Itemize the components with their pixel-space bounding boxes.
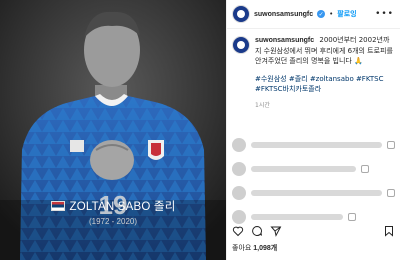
action-bar: [232, 225, 395, 237]
header-username[interactable]: suwonsamsungfc: [254, 11, 313, 18]
post-photo[interactable]: 19 ZOLTAN SABO 졸리 (1972 - 2020): [0, 0, 226, 260]
share-icon[interactable]: [270, 225, 282, 237]
post-header: suwonsamsungfc ✓ • 팔로잉 •••: [227, 0, 400, 29]
bookmark-icon[interactable]: [383, 225, 395, 237]
caption-hashtags[interactable]: #수원삼성 #졸리 #zoltansabo #FKTSC #FKTSC바치카토졸…: [255, 74, 395, 94]
post-time: 1시간: [255, 102, 270, 109]
post-comments: suwonsamsungfc 2000년부터 2002년까지 수원삼성에서 뛰며…: [227, 29, 400, 109]
blurred-comments: [232, 138, 395, 234]
caption-text-block: suwonsamsungfc 2000년부터 2002년까지 수원삼성에서 뛰며…: [255, 35, 395, 66]
likes-prefix: 좋아요: [232, 245, 252, 252]
separator-dot: •: [329, 10, 334, 18]
avatar[interactable]: [232, 5, 250, 23]
likes-number: 1,098개: [253, 245, 278, 252]
list-item: [232, 138, 395, 152]
comment-heart-icon[interactable]: [360, 165, 369, 173]
comment-heart-icon[interactable]: [387, 189, 395, 197]
likes-count[interactable]: 좋아요 1,098개: [232, 243, 277, 253]
comment-icon[interactable]: [251, 225, 263, 237]
verified-badge-icon: ✓: [317, 10, 326, 18]
list-item: [232, 162, 395, 176]
caption-comment: suwonsamsungfc 2000년부터 2002년까지 수원삼성에서 뛰며…: [232, 35, 395, 109]
comment-heart-icon[interactable]: [387, 141, 395, 149]
list-item: [232, 210, 395, 224]
serbia-flag-icon: [50, 201, 65, 211]
heart-icon[interactable]: [232, 225, 244, 237]
comment-heart-icon[interactable]: [347, 213, 356, 221]
more-horizontal-icon[interactable]: •••: [375, 9, 394, 19]
instagram-post: 19 ZOLTAN SABO 졸리 (1972 - 2020) suwonsam…: [0, 0, 400, 260]
caption-name: ZOLTAN SABO 졸리: [69, 201, 176, 213]
avatar[interactable]: [232, 36, 250, 54]
caption-dates: (1972 - 2020): [88, 217, 138, 226]
photo-caption: ZOLTAN SABO 졸리 (1972 - 2020): [0, 198, 226, 226]
list-item: [232, 186, 395, 200]
caption-name-row: ZOLTAN SABO 졸리: [0, 198, 226, 214]
post-sidebar: suwonsamsungfc ✓ • 팔로잉 ••• suwonsamsungf…: [226, 0, 400, 260]
caption-username[interactable]: suwonsamsungfc: [255, 37, 314, 44]
following-button[interactable]: 팔로잉: [337, 9, 356, 19]
